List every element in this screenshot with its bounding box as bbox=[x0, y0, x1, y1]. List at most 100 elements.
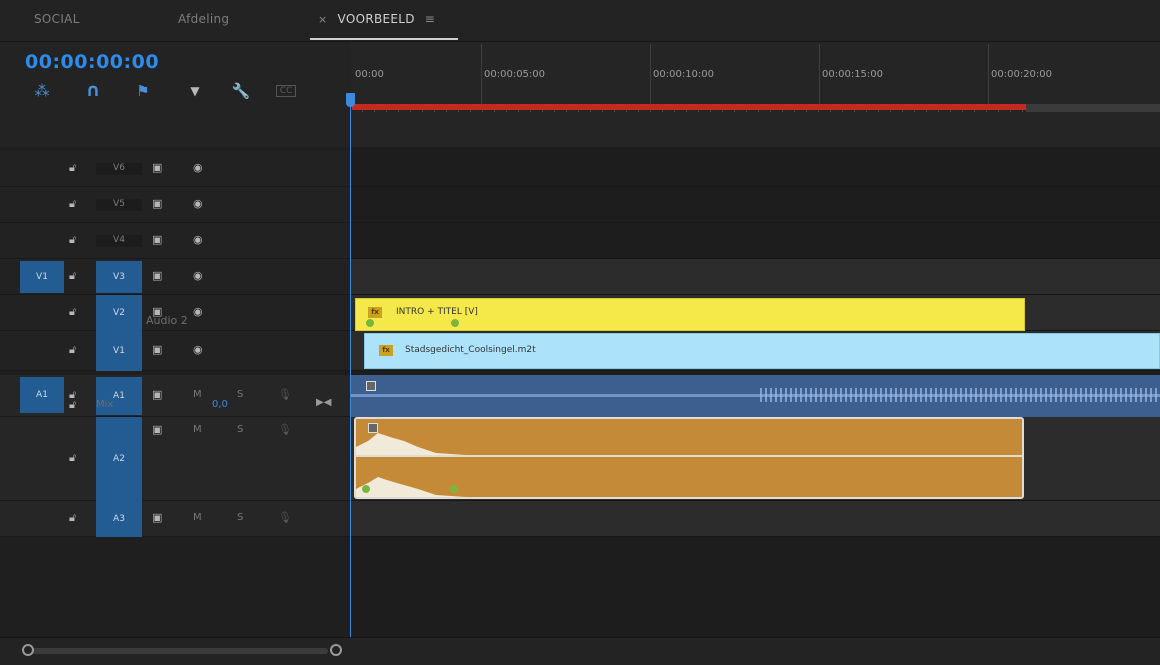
film-icon[interactable]: ▣ bbox=[152, 161, 162, 174]
eye-icon[interactable]: ◉ bbox=[193, 269, 203, 282]
track-target-a2[interactable]: A2 bbox=[96, 417, 142, 501]
track-target-v5[interactable]: V5 bbox=[96, 199, 142, 211]
tab-afdeling[interactable]: Afdeling bbox=[178, 12, 229, 26]
playhead-timecode[interactable]: 00:00:00:00 bbox=[25, 51, 159, 73]
close-tab-icon[interactable]: × bbox=[318, 13, 328, 26]
panel-menu-icon[interactable]: ≡ bbox=[425, 12, 435, 26]
lock-icon[interactable]: 🔓︎ bbox=[69, 451, 76, 465]
scroll-zoom-handle-left[interactable] bbox=[22, 644, 34, 656]
lock-icon[interactable]: 🔓︎ bbox=[69, 305, 76, 319]
film-icon[interactable]: ▣ bbox=[152, 269, 162, 282]
eye-icon[interactable]: ◉ bbox=[193, 197, 203, 210]
keyframe-marker[interactable] bbox=[362, 485, 370, 493]
film-icon[interactable]: ▣ bbox=[152, 343, 162, 356]
mute-button[interactable]: M bbox=[193, 389, 202, 400]
keyframe-marker[interactable] bbox=[451, 319, 459, 327]
lock-icon[interactable]: 🔓︎ bbox=[69, 161, 76, 175]
clip-stadsgedicht[interactable]: fx Stadsgedicht_Coolsingel.m2t bbox=[364, 333, 1160, 369]
ruler-label: 00:00 bbox=[355, 69, 384, 80]
track-target-v3[interactable]: V3 bbox=[96, 261, 142, 293]
track-header-a1[interactable]: A1 🔓︎ A1 ▣ M S 🎙︎ bbox=[0, 375, 350, 417]
track-header-v6[interactable]: 🔓︎ V6 ▣ ◉ bbox=[0, 151, 350, 187]
snap-icon[interactable]: ∩ bbox=[82, 80, 104, 102]
ruler-major-tick bbox=[819, 44, 820, 109]
work-area-bar[interactable] bbox=[352, 104, 1026, 110]
clip-name: Stadsgedicht_Coolsingel.m2t bbox=[405, 345, 536, 355]
lane-a3[interactable] bbox=[350, 501, 1160, 537]
fx-badge[interactable]: fx bbox=[368, 307, 382, 318]
eye-icon[interactable]: ◉ bbox=[193, 233, 203, 246]
track-header-v1[interactable]: 🔓︎ V1 ▣ ◉ bbox=[0, 331, 350, 371]
solo-button[interactable]: S bbox=[237, 389, 243, 400]
source-patch-v1[interactable]: V1 bbox=[20, 261, 64, 293]
track-target-a3[interactable]: A3 bbox=[96, 501, 142, 537]
nest-icon[interactable]: ⁂ bbox=[31, 80, 53, 102]
clip-audio-a2[interactable] bbox=[354, 417, 1024, 499]
lock-icon[interactable]: 🔓︎ bbox=[69, 511, 76, 525]
lock-icon[interactable]: 🔓︎ bbox=[69, 197, 76, 211]
time-ruler[interactable]: 00:00 00:00:05:00 00:00:10:00 00:00:15:0… bbox=[350, 42, 1160, 147]
playhead-line[interactable] bbox=[350, 105, 351, 637]
lane-v6[interactable] bbox=[350, 147, 1160, 187]
scroll-zoom-handle-right[interactable] bbox=[330, 644, 342, 656]
mix-volume-value[interactable]: 0,0 bbox=[212, 399, 228, 410]
track-header-v4[interactable]: 🔓︎ V4 ▣ ◉ bbox=[0, 223, 350, 259]
lock-icon[interactable]: 🔓︎ bbox=[69, 343, 76, 357]
mic-icon[interactable]: 🎙︎ bbox=[278, 388, 292, 401]
eye-icon[interactable]: ◉ bbox=[193, 343, 203, 356]
scrollbar-track[interactable] bbox=[28, 648, 328, 654]
tab-social[interactable]: SOCIAL bbox=[34, 12, 80, 26]
wrench-icon[interactable]: 🔧 bbox=[230, 80, 252, 102]
marker-icon[interactable]: ▼ bbox=[184, 80, 206, 102]
active-tab-indicator bbox=[310, 38, 458, 40]
lane-v3[interactable] bbox=[350, 259, 1160, 295]
mute-button[interactable]: M bbox=[193, 424, 202, 435]
mix-track-label: Mix bbox=[96, 399, 114, 410]
ruler-label: 00:00:20:00 bbox=[991, 69, 1053, 80]
mic-icon[interactable]: 🎙︎ bbox=[278, 423, 292, 436]
track-target-v2[interactable]: V2 bbox=[96, 295, 142, 331]
track-header-v3[interactable]: V1 🔓︎ V3 ▣ ◉ bbox=[0, 259, 350, 295]
solo-button[interactable]: S bbox=[237, 512, 243, 523]
track-target-v1[interactable]: V1 bbox=[96, 331, 142, 371]
mute-button[interactable]: M bbox=[193, 512, 202, 523]
audio-waveform bbox=[356, 477, 466, 497]
captions-icon[interactable]: CC bbox=[276, 85, 296, 97]
ruler-major-tick bbox=[481, 44, 482, 109]
lane-v4[interactable] bbox=[350, 223, 1160, 259]
eye-icon[interactable]: ◉ bbox=[193, 305, 203, 318]
keyframe-marker[interactable] bbox=[366, 319, 374, 327]
clip-audio-a1[interactable] bbox=[350, 375, 1160, 417]
track-target-v6[interactable]: V6 bbox=[96, 163, 142, 175]
clip-fx-handle[interactable] bbox=[366, 381, 376, 391]
sync-lock-icon[interactable]: ▣ bbox=[152, 511, 162, 524]
eye-icon[interactable]: ◉ bbox=[193, 161, 203, 174]
mic-icon[interactable]: 🎙︎ bbox=[278, 511, 292, 524]
lock-icon[interactable]: 🔓︎ bbox=[69, 398, 76, 412]
sync-lock-icon[interactable]: ▣ bbox=[152, 388, 162, 401]
track-headers: 🔓︎ V6 ▣ ◉ 🔓︎ V5 ▣ ◉ 🔓︎ V4 ▣ ◉ V1 🔓︎ V3 ▣… bbox=[0, 147, 350, 637]
film-icon[interactable]: ▣ bbox=[152, 233, 162, 246]
track-header-a2[interactable]: 🔓︎ A2 ▣ M S 🎙︎ bbox=[0, 417, 350, 501]
lock-icon[interactable]: 🔓︎ bbox=[69, 269, 76, 283]
track-target-v4[interactable]: V4 bbox=[96, 235, 142, 247]
tab-voorbeeld-label: VOORBEELD bbox=[337, 12, 415, 26]
solo-button[interactable]: S bbox=[237, 424, 243, 435]
timeline-scrollbar[interactable] bbox=[0, 637, 1160, 665]
tab-voorbeeld[interactable]: × VOORBEELD ≡ bbox=[318, 12, 435, 26]
film-icon[interactable]: ▣ bbox=[152, 197, 162, 210]
timeline-tracks[interactable]: fx INTRO + TITEL [V] fx Stadsgedicht_Coo… bbox=[350, 147, 1160, 637]
lock-icon[interactable]: 🔓︎ bbox=[69, 233, 76, 247]
ruler-out-of-range bbox=[1026, 104, 1160, 112]
link-icon[interactable]: ⚑ bbox=[132, 80, 154, 102]
track-header-v5[interactable]: 🔓︎ V5 ▣ ◉ bbox=[0, 187, 350, 223]
sync-lock-icon[interactable]: ▣ bbox=[152, 423, 162, 436]
source-patch-a1[interactable]: A1 bbox=[20, 377, 64, 413]
clip-intro-titel[interactable]: fx INTRO + TITEL [V] bbox=[355, 298, 1025, 331]
track-header-a3[interactable]: 🔓︎ A3 ▣ M S 🎙︎ bbox=[0, 501, 350, 537]
audio-waveform bbox=[356, 433, 466, 455]
go-to-end-icon[interactable]: ▶◀ bbox=[316, 397, 331, 408]
fx-badge[interactable]: fx bbox=[379, 345, 393, 356]
keyframe-marker[interactable] bbox=[450, 485, 458, 493]
lane-v5[interactable] bbox=[350, 187, 1160, 223]
